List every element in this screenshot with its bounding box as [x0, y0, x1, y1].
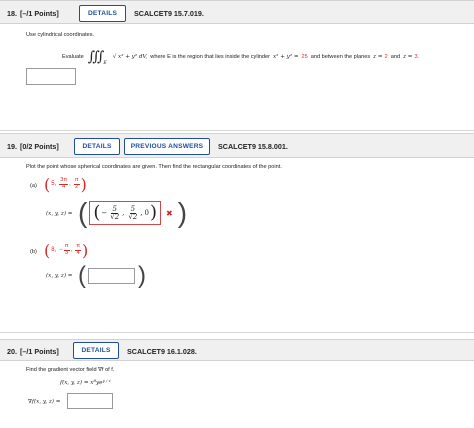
part-b-theta: π 3 [63, 243, 70, 256]
plane1-equation: z = [373, 54, 383, 60]
minus-sign: − [59, 247, 63, 253]
ans-x-den: √2 [110, 212, 120, 221]
q18-details-button[interactable]: DETAILS [79, 5, 126, 22]
q19-header: 19. [0/2 Points] DETAILS PREVIOUS ANSWER… [0, 133, 474, 158]
comma-sep: , [70, 247, 73, 253]
q19-previous-answers-button[interactable]: PREVIOUS ANSWERS [124, 138, 210, 155]
q19-part-a-label: (a) [30, 183, 37, 189]
q20-gradient-label: ∇f(x, y, z) = [28, 399, 61, 405]
incorrect-icon: ✖ [166, 208, 173, 218]
between-text: and between the planes [310, 54, 371, 60]
q19-instruction: Plot the point whose spherical coordinat… [26, 164, 282, 170]
ans-y: 5 √2 [127, 205, 138, 221]
outer-paren-open: ( [78, 262, 86, 289]
cylinder-equation: x² + y² = [273, 54, 299, 60]
paren-open: ( [44, 240, 51, 260]
q20-header: 20. [–/1 Points] DETAILS SCALCET9 16.1.0… [0, 339, 474, 361]
q19-part-a-answer-box[interactable]: ( − 5 √2 , 5 √2 , 0 ) [89, 201, 162, 225]
q20-code: SCALCET9 16.1.028. [127, 347, 197, 356]
paren-close: ) [80, 174, 87, 194]
q19-code: SCALCET9 15.8.001. [218, 142, 288, 151]
q20-details-button[interactable]: DETAILS [73, 342, 119, 359]
part-b-rho: 8, [51, 247, 57, 253]
q19-part-a-point: ( 5, 3π 4 , π 2 ) [44, 173, 87, 195]
q19-part-b-point: ( 8, − π 3 , π 4 ) [44, 239, 88, 261]
outer-paren-close: ) [177, 197, 188, 228]
q20-body: Find the gradient vector field ∇f of f. … [0, 361, 474, 428]
q19-part-b-xyz-label: (x, y, z) = [46, 273, 73, 279]
function-base: f(x, y, z) = x [60, 380, 94, 386]
ans-x: 5 √2 [109, 205, 120, 221]
q20-function-definition: f(x, y, z) = x 8 ye y / z [60, 378, 111, 386]
part-b-theta-den: 3 [65, 249, 69, 256]
plane2-value: 3. [414, 54, 420, 60]
q18-code: SCALCET9 15.7.019. [134, 9, 204, 18]
q18-header: 18. [–/1 Points] DETAILS SCALCET9 15.7.0… [0, 0, 474, 24]
plane2-equation: z = [403, 54, 413, 60]
q19-part-b-label: (b) [30, 249, 37, 255]
part-b-phi: π 4 [75, 243, 82, 256]
q18-body: Use cylindrical coordinates. Evaluate ∭ … [0, 24, 474, 131]
part-a-phi: π 2 [73, 177, 80, 190]
plane1-value: 2 [384, 54, 388, 60]
paren-open: ( [44, 174, 51, 194]
ans-y-den: √2 [128, 212, 138, 221]
ans-z: 0 [144, 209, 150, 217]
q20-number: 20. [7, 347, 17, 356]
q19-part-b-answer-input[interactable] [88, 268, 135, 284]
where-text: where E is the region that lies inside t… [150, 54, 271, 60]
q19-part-a-answer: ( ( − 5 √2 , 5 √2 , 0 ) ✖ ) [78, 198, 187, 228]
part-a-theta: 3π 4 [59, 177, 69, 190]
q19-details-button[interactable]: DETAILS [74, 138, 120, 155]
region-subscript: E [103, 60, 107, 66]
q18-number: 18. [7, 9, 17, 18]
triple-integral-symbol: ∭ [87, 49, 104, 65]
part-a-rho: 5, [51, 181, 57, 187]
paren-close: ) [82, 240, 89, 260]
q18-answer-input[interactable] [26, 68, 76, 85]
outer-paren-open: ( [78, 197, 88, 228]
cylinder-value: 25 [301, 54, 308, 60]
q18-problem-statement: Evaluate ∭ E √ x² + y² dV, where E is th… [62, 46, 419, 68]
q19-points: [0/2 Points] [20, 142, 59, 151]
part-a-theta-den: 4 [62, 183, 66, 190]
q19-part-b-answer: ( ) [78, 263, 146, 289]
part-b-phi-den: 4 [76, 249, 80, 256]
q20-instruction: Find the gradient vector field ∇f of f. [26, 367, 115, 373]
function-exp1: 8 [93, 378, 97, 383]
q19-body: Plot the point whose spherical coordinat… [0, 158, 474, 333]
q18-instruction: Use cylindrical coordinates. [26, 32, 95, 38]
part-a-phi-den: 2 [75, 183, 79, 190]
comma-sep: , [69, 181, 71, 187]
q20-points: [–/1 Points] [20, 347, 59, 356]
q20-answer-input[interactable] [67, 393, 113, 409]
integrand: √ x² + y² dV, [112, 54, 148, 60]
q19-part-a-xyz-label: (x, y, z) = [46, 211, 73, 217]
q18-points: [–/1 Points] [20, 9, 59, 18]
q19-number: 19. [7, 142, 17, 151]
evaluate-word: Evaluate [62, 54, 84, 60]
and-text: and [390, 54, 401, 60]
outer-paren-close: ) [138, 262, 146, 289]
function-exp2: y / z [102, 378, 111, 383]
